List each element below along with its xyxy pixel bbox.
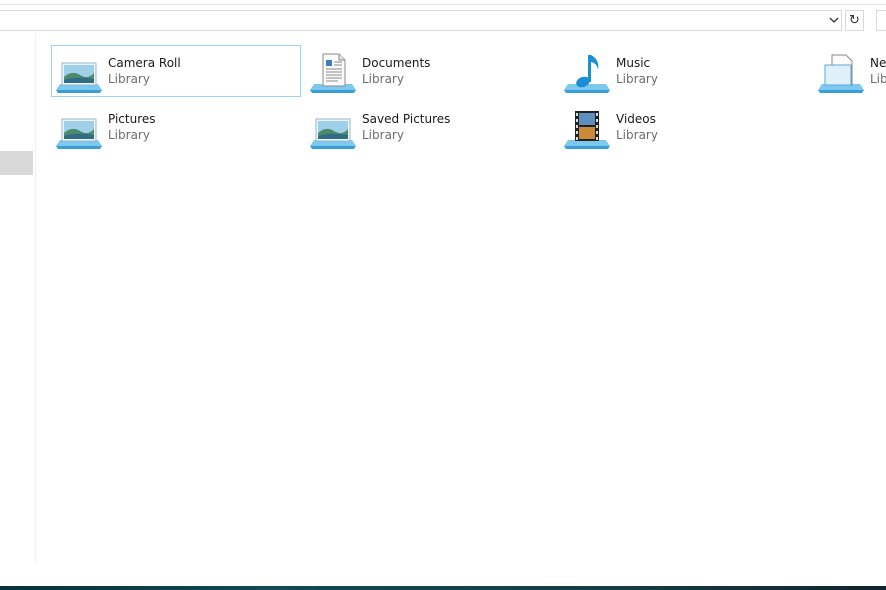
library-tile-documents[interactable]: Documents Library bbox=[305, 45, 555, 97]
navigation-pane[interactable] bbox=[0, 33, 35, 563]
library-name: Pictures bbox=[108, 112, 156, 126]
address-history-dropdown[interactable] bbox=[826, 11, 842, 30]
toolbar-divider bbox=[0, 4, 886, 5]
library-type: Library bbox=[616, 72, 658, 86]
pictures-library-icon bbox=[310, 118, 356, 149]
pictures-library-icon bbox=[56, 62, 102, 93]
library-tile-music[interactable]: Music Library bbox=[559, 45, 809, 97]
library-name: Camera Roll bbox=[108, 56, 181, 70]
taskbar-edge bbox=[0, 586, 886, 590]
chevron-down-icon bbox=[829, 17, 839, 23]
window-bottom-edge bbox=[0, 563, 886, 586]
documents-library-icon bbox=[310, 53, 356, 93]
libraries-view: Camera Roll Library Documents Library Mu… bbox=[36, 33, 886, 563]
new-library-icon bbox=[818, 54, 864, 93]
library-tile-new-library[interactable]: Ne Lib bbox=[813, 45, 886, 97]
library-name: Documents bbox=[362, 56, 431, 70]
library-type: Library bbox=[616, 128, 658, 142]
address-bar[interactable] bbox=[0, 10, 842, 31]
library-type: Library bbox=[362, 72, 404, 86]
library-tile-camera-roll[interactable]: Camera Roll Library bbox=[51, 45, 301, 97]
navigation-pane-selected-item[interactable] bbox=[0, 151, 33, 175]
pictures-library-icon bbox=[56, 118, 102, 149]
search-input[interactable] bbox=[876, 10, 886, 31]
refresh-icon: ↻ bbox=[849, 13, 860, 28]
library-tile-saved-pictures[interactable]: Saved Pictures Library bbox=[305, 101, 555, 153]
library-name: Music bbox=[616, 56, 651, 70]
library-tile-pictures[interactable]: Pictures Library bbox=[51, 101, 301, 153]
library-type: Library bbox=[362, 128, 404, 142]
refresh-button[interactable]: ↻ bbox=[845, 10, 864, 31]
library-type: Lib bbox=[870, 72, 886, 86]
music-library-icon bbox=[564, 55, 610, 93]
library-name: Videos bbox=[616, 112, 656, 126]
library-type: Library bbox=[108, 128, 150, 142]
library-name: Ne bbox=[870, 56, 886, 70]
library-type: Library bbox=[108, 72, 150, 86]
library-name: Saved Pictures bbox=[362, 112, 451, 126]
library-tile-videos[interactable]: Videos Library bbox=[559, 101, 809, 153]
videos-library-icon bbox=[564, 111, 610, 149]
